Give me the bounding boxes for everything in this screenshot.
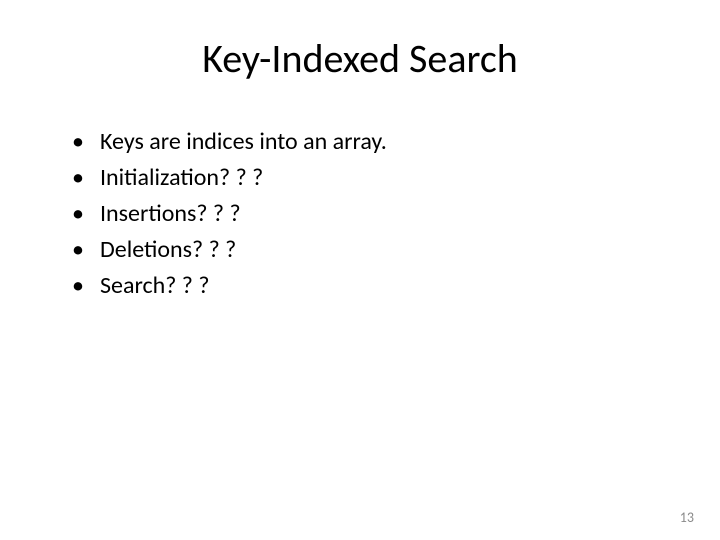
list-item: Search? ? ? xyxy=(72,271,670,301)
bullet-list: Keys are indices into an array. Initiali… xyxy=(50,127,670,301)
list-item: Keys are indices into an array. xyxy=(72,127,670,157)
list-item: Insertions? ? ? xyxy=(72,199,670,229)
page-number: 13 xyxy=(680,509,694,526)
list-item: Initialization? ? ? xyxy=(72,163,670,193)
slide-container: Key-Indexed Search Keys are indices into… xyxy=(0,0,720,540)
slide-title: Key-Indexed Search xyxy=(50,34,670,83)
list-item: Deletions? ? ? xyxy=(72,235,670,265)
